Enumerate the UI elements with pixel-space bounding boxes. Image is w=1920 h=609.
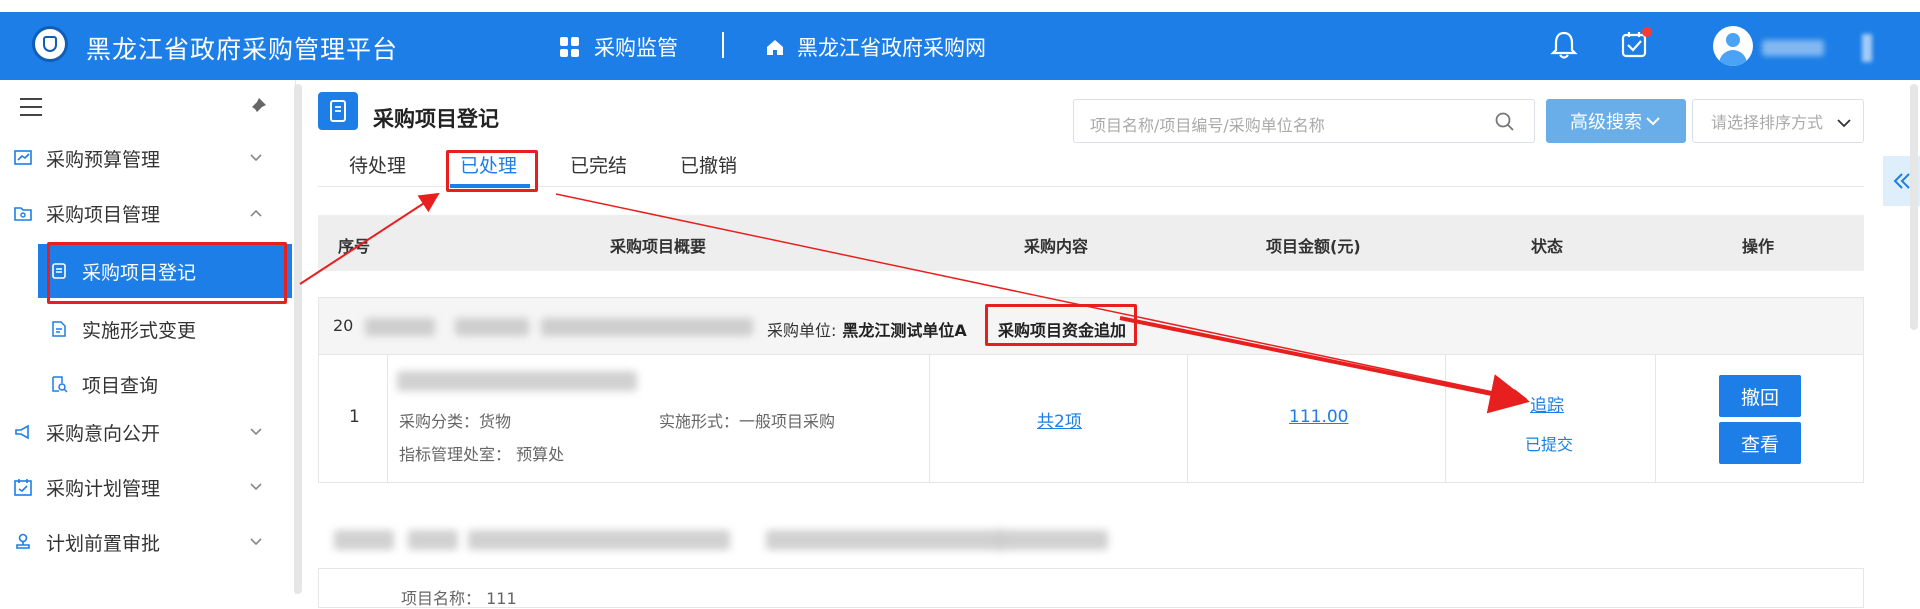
chevron-down-icon	[1837, 119, 1851, 128]
project-group-header-2	[318, 510, 1864, 568]
table-header: 序号 采购项目概要 采购内容 项目金额(元) 状态 操作	[318, 215, 1864, 271]
home-icon	[767, 40, 783, 55]
avatar[interactable]	[1713, 26, 1753, 66]
col-status: 状态	[1531, 237, 1564, 256]
search-input[interactable]: 项目名称/项目编号/采购单位名称	[1073, 99, 1535, 143]
table-row: 1 采购分类：货物 实施形式：一般项目采购 指标管理处室： 预算处 共2项 11…	[318, 355, 1864, 483]
stamp-icon	[16, 533, 30, 549]
top-bar: 黑龙江省政府采购管理平台 采购监管 黑龙江省政府采购网	[0, 12, 1920, 80]
chevron-down-icon	[250, 538, 262, 546]
redacted-text	[334, 530, 394, 550]
row-category: 采购分类：货物	[399, 412, 512, 431]
content-link[interactable]: 共2项	[1037, 407, 1082, 432]
chart-icon	[14, 150, 32, 165]
redacted-text	[468, 530, 730, 550]
nav-divider	[722, 32, 724, 58]
sidebar-item-plan[interactable]: 采购计划管理	[0, 465, 290, 509]
search-icon[interactable]	[1494, 111, 1516, 133]
redacted-text	[998, 530, 1108, 550]
sidebar-item-label: 采购预算管理	[46, 148, 161, 171]
app-title: 黑龙江省政府采购管理平台	[86, 35, 399, 64]
sidebar-item-intention[interactable]: 采购意向公开	[0, 410, 290, 454]
logout-redacted[interactable]	[1862, 34, 1872, 62]
col-amount: 项目金额(元)	[1266, 237, 1361, 256]
page-title: 采购项目登记	[373, 107, 499, 131]
annotation-box-tab	[446, 150, 538, 192]
sidebar-item-label: 计划前置审批	[46, 532, 161, 555]
row-dept: 指标管理处室： 预算处	[399, 445, 565, 464]
sort-placeholder: 请选择排序方式	[1711, 113, 1824, 132]
nav-supervision-label: 采购监管	[594, 36, 678, 60]
chevron-up-icon	[250, 209, 262, 217]
advanced-search-button[interactable]: 高级搜索	[1546, 99, 1686, 143]
redacted-text	[365, 318, 435, 336]
username-redacted[interactable]	[1762, 40, 1824, 56]
row-number: 1	[349, 407, 360, 427]
nav-supervision[interactable]: 采购监管	[560, 32, 678, 62]
sidebar-item-pre-approval[interactable]: 计划前置审批	[0, 520, 290, 564]
tabs-divider	[318, 186, 1864, 187]
sidebar-item-form-change[interactable]: 实施形式变更	[38, 302, 292, 356]
search-document-icon	[52, 376, 68, 393]
pin-icon[interactable]	[246, 96, 268, 118]
sidebar-item-label: 项目查询	[82, 374, 159, 397]
view-button[interactable]: 查看	[1719, 422, 1801, 464]
sidebar-item-label: 采购项目管理	[46, 203, 161, 226]
chevron-down-icon	[1646, 117, 1660, 126]
revoke-button[interactable]: 撤回	[1719, 375, 1801, 417]
menu-icon[interactable]	[20, 98, 42, 116]
project-number: 20	[333, 316, 354, 335]
table-row-2: 项目名称： 111	[318, 568, 1864, 608]
bell-icon[interactable]	[1550, 30, 1578, 60]
chevron-down-icon	[250, 428, 262, 436]
sidebar-item-project-mgmt[interactable]: 采购项目管理	[0, 191, 290, 235]
row2-partial-text: 项目名称： 111	[401, 589, 517, 608]
sidebar-item-label: 实施形式变更	[82, 319, 197, 342]
sidebar-scrollbar[interactable]	[294, 84, 302, 594]
redacted-text	[408, 530, 458, 550]
status-badge: 已提交	[1525, 435, 1574, 454]
folder-icon	[14, 207, 32, 221]
sidebar-item-project-query[interactable]: 项目查询	[38, 357, 292, 411]
unit-name: 黑龙江测试单位A	[842, 321, 967, 340]
sidebar-item-budget[interactable]: 采购预算管理	[0, 136, 290, 180]
nav-procurement-site[interactable]: 黑龙江省政府采购网	[765, 32, 986, 62]
track-link[interactable]: 追踪	[1530, 391, 1564, 416]
chevron-down-icon	[250, 154, 262, 162]
edit-document-icon	[52, 321, 66, 337]
tab-completed[interactable]: 已完结	[570, 151, 627, 178]
row-form: 实施形式：一般项目采购	[659, 412, 836, 431]
chevron-down-icon	[250, 483, 262, 491]
unit-label: 采购单位:	[767, 321, 837, 340]
app-logo-icon	[32, 26, 68, 62]
megaphone-icon	[15, 424, 29, 440]
calendar-icon	[14, 479, 32, 496]
purchasing-unit: 采购单位: 黑龙江测试单位A	[767, 317, 967, 341]
sidebar-item-label: 采购意向公开	[46, 422, 161, 445]
redacted-text	[541, 318, 753, 336]
nav-site-label: 黑龙江省政府采购网	[797, 36, 986, 60]
page-scrollbar[interactable]	[1910, 84, 1918, 330]
register-icon	[318, 92, 358, 130]
notification-dot	[1642, 27, 1652, 37]
col-no: 序号	[338, 237, 371, 256]
col-summary: 采购项目概要	[610, 237, 707, 256]
tab-pending[interactable]: 待处理	[349, 151, 406, 178]
search-placeholder: 项目名称/项目编号/采购单位名称	[1090, 116, 1325, 135]
redacted-text	[455, 318, 529, 336]
sidebar-item-label: 采购计划管理	[46, 477, 161, 500]
annotation-box-register	[47, 242, 287, 304]
sort-select[interactable]: 请选择排序方式	[1692, 99, 1864, 143]
sidebar: 采购预算管理 采购项目管理 采购项目登记 实施形式变更 项目查询 采购意向公开 …	[0, 80, 296, 594]
redacted-text	[766, 530, 1002, 550]
col-content: 采购内容	[1024, 237, 1089, 256]
amount-link[interactable]: 111.00	[1289, 407, 1348, 427]
annotation-box-tag	[985, 304, 1137, 346]
advanced-search-label: 高级搜索	[1570, 112, 1642, 133]
redacted-project-name	[397, 371, 637, 391]
tab-revoked[interactable]: 已撤销	[680, 151, 737, 178]
grid-icon	[560, 37, 580, 57]
col-action: 操作	[1742, 237, 1775, 256]
task-icon[interactable]	[1620, 27, 1652, 64]
